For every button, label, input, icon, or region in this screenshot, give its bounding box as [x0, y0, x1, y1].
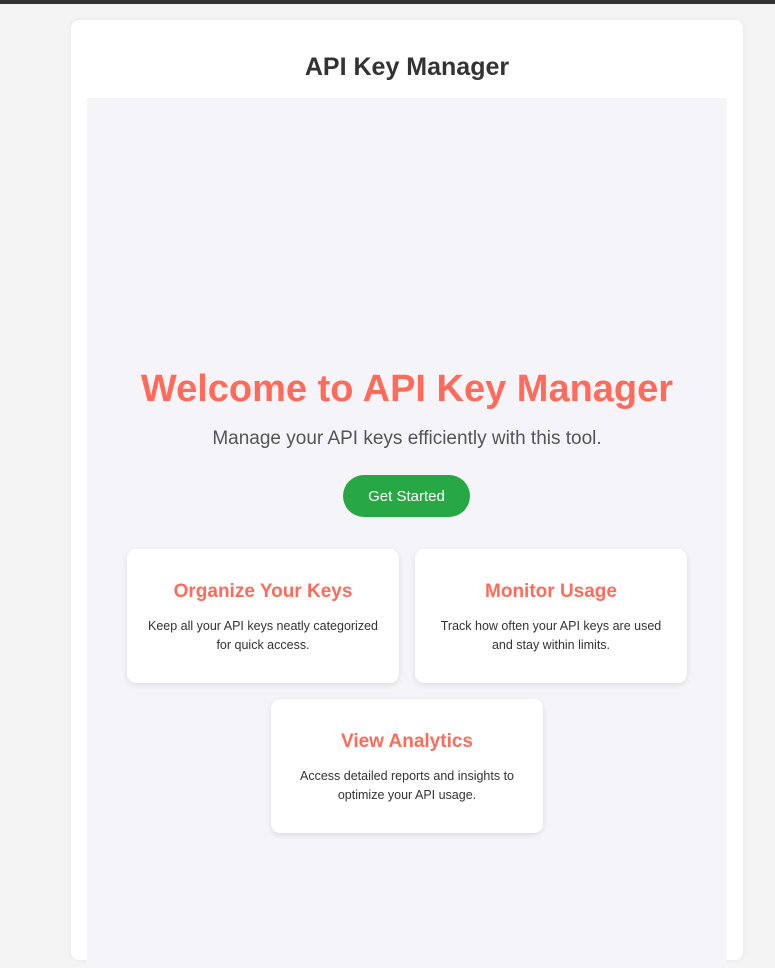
hero-subtitle: Manage your API keys efficiently with th…	[212, 428, 602, 449]
feature-card-title: Organize Your Keys	[173, 581, 353, 602]
window-top-bar	[0, 0, 775, 4]
feature-card-monitor: Monitor Usage Track how often your API k…	[415, 549, 687, 683]
feature-card-description: Keep all your API keys neatly categorize…	[148, 619, 378, 652]
feature-card-title: View Analytics	[340, 731, 473, 752]
get-started-button[interactable]: Get Started	[343, 475, 470, 517]
feature-card-analytics: View Analytics Access detailed reports a…	[271, 699, 543, 833]
hero-title: Welcome to API Key Manager	[140, 368, 674, 410]
app-container: API Key Manager Welcome to API Key Manag…	[71, 20, 743, 968]
main-panel: Welcome to API Key Manager Manage your A…	[87, 98, 727, 968]
feature-card-title: Monitor Usage	[485, 581, 617, 602]
feature-card-description: Access detailed reports and insights to …	[299, 769, 514, 802]
feature-card-organize: Organize Your Keys Keep all your API key…	[127, 549, 399, 683]
feature-card-description: Track how often your API keys are used a…	[440, 619, 662, 652]
page-title: API Key Manager	[304, 53, 510, 81]
